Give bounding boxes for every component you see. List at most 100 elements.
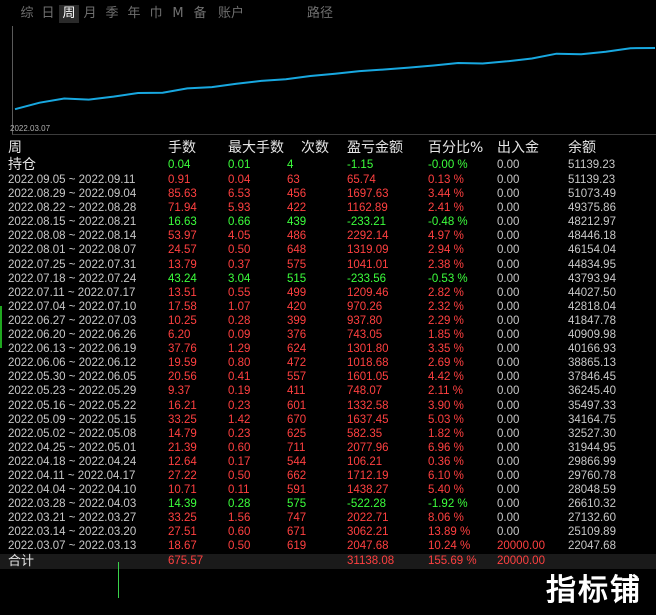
cell-period: 2022.04.25 ~ 2022.05.01 (8, 441, 137, 454)
table-row[interactable]: 2022.03.28 ~ 2022.04.03 14.39 0.28 575 -522.… (0, 497, 656, 511)
cell-period: 2022.08.22 ~ 2022.08.28 (8, 202, 137, 215)
tab-m[interactable]: M (168, 5, 188, 23)
tab-notes[interactable]: 备 (190, 5, 210, 23)
cell-max-lots: 0.55 (228, 286, 251, 299)
cell-deposit: 0.00 (497, 484, 520, 497)
table-row[interactable]: 2022.05.23 ~ 2022.05.29 9.37 0.19 411 748.07… (0, 384, 656, 398)
tab-account[interactable]: 账户 (211, 5, 251, 23)
table-row[interactable]: 2022.03.14 ~ 2022.03.20 27.51 0.60 671 3062.… (0, 525, 656, 539)
col-header-pct[interactable]: 百分比% (428, 138, 483, 158)
cell-pnl: 1637.45 (347, 413, 389, 426)
table-row[interactable]: 2022.05.16 ~ 2022.05.22 16.21 0.23 601 1332.… (0, 399, 656, 413)
tab-week[interactable]: 周 (59, 5, 79, 23)
col-header-balance[interactable]: 余额 (568, 138, 596, 158)
tab-path[interactable]: 路径 (300, 5, 340, 23)
cell-pnl: 743.05 (347, 329, 383, 342)
cell-max-lots: 1.29 (228, 343, 251, 356)
table-row[interactable]: 2022.04.25 ~ 2022.05.01 21.39 0.60 711 2077.… (0, 441, 656, 455)
cell-count: 456 (287, 188, 307, 201)
cell-lots: 13.51 (168, 286, 197, 299)
table-row[interactable]: 2022.04.18 ~ 2022.04.24 12.64 0.17 544 106.2… (0, 455, 656, 469)
table-row[interactable]: 2022.08.22 ~ 2022.08.28 71.94 5.93 422 1162.… (0, 201, 656, 215)
cell-deposit: 0.00 (497, 498, 520, 511)
table-row[interactable]: 2022.06.06 ~ 2022.06.12 19.59 0.80 472 1018.… (0, 356, 656, 370)
cell-pnl: 2077.96 (347, 441, 389, 454)
table-row[interactable]: 2022.07.11 ~ 2022.07.17 13.51 0.55 499 1209.… (0, 286, 656, 300)
holding-deposit: 0.00 (497, 159, 520, 171)
table-row[interactable]: 2022.08.01 ~ 2022.08.07 24.57 0.50 648 1319.… (0, 243, 656, 257)
cell-pct: -1.92 % (428, 498, 468, 511)
cell-deposit: 0.00 (497, 469, 520, 482)
cell-period: 2022.06.13 ~ 2022.06.19 (8, 343, 137, 356)
tab-day[interactable]: 日 (38, 5, 58, 23)
chart-x-tick-label: 2022.03.07 (10, 124, 51, 133)
holding-row[interactable]: 持仓 0.04 0.01 4 -1.15 -0.00 % 0.00 51139.… (0, 158, 656, 173)
cell-period: 2022.05.09 ~ 2022.05.15 (8, 413, 137, 426)
cell-pnl: 1041.01 (347, 258, 389, 271)
table-row[interactable]: 2022.06.27 ~ 2022.07.03 10.25 0.28 399 937.8… (0, 314, 656, 328)
table-row[interactable]: 2022.05.09 ~ 2022.05.15 33.25 1.42 670 1637.… (0, 413, 656, 427)
cell-count: 515 (287, 272, 307, 285)
cell-deposit: 0.00 (497, 512, 520, 525)
cell-pnl: 970.26 (347, 300, 383, 313)
col-header-lots[interactable]: 手数 (168, 138, 196, 158)
cell-lots: 33.25 (168, 512, 197, 525)
cell-period: 2022.04.04 ~ 2022.04.10 (8, 484, 137, 497)
cell-period: 2022.04.11 ~ 2022.04.17 (8, 469, 136, 482)
table-row[interactable]: 2022.07.18 ~ 2022.07.24 43.24 3.04 515 -233.… (0, 272, 656, 286)
cell-period: 2022.09.05 ~ 2022.09.11 (8, 174, 136, 186)
cell-deposit: 0.00 (497, 526, 520, 539)
cell-deposit: 0.00 (497, 314, 520, 327)
cell-balance: 28048.59 (568, 484, 616, 497)
table-row[interactable]: 2022.03.07 ~ 2022.03.13 18.67 0.50 619 2047.… (0, 539, 656, 553)
table-row[interactable]: 2022.08.29 ~ 2022.09.04 85.63 6.53 456 1697.… (0, 187, 656, 201)
table-row[interactable]: 2022.09.05 ~ 2022.09.11 0.91 0.04 63 65.74 0.… (0, 173, 656, 187)
holding-balance: 51139.23 (568, 159, 616, 171)
cell-pct: 13.89 % (428, 526, 471, 539)
col-header-pnl[interactable]: 盈亏金额 (347, 138, 403, 158)
cell-balance: 26610.32 (568, 498, 616, 511)
cell-deposit: 0.00 (497, 286, 520, 299)
cell-max-lots: 0.37 (228, 258, 251, 271)
table-row[interactable]: 2022.03.21 ~ 2022.03.27 33.25 1.56 747 2022.… (0, 511, 656, 525)
cell-max-lots: 0.50 (228, 244, 251, 257)
cell-pct: 4.42 % (428, 371, 464, 384)
cell-count: 625 (287, 427, 307, 440)
holding-max-lots: 0.01 (228, 159, 251, 171)
cell-balance: 32527.30 (568, 427, 616, 440)
table-row[interactable]: 2022.07.25 ~ 2022.07.31 13.79 0.37 575 1041.… (0, 258, 656, 272)
col-header-period[interactable]: 周 (8, 138, 22, 158)
table-row[interactable]: 2022.04.11 ~ 2022.04.17 27.22 0.50 662 1712.… (0, 469, 656, 483)
cell-max-lots: 5.93 (228, 202, 251, 215)
tab-kerchief[interactable]: 巾 (146, 5, 166, 23)
cell-balance: 48212.97 (568, 216, 616, 229)
weekly-rows: 2022.09.05 ~ 2022.09.11 0.91 0.04 63 65.74 0.… (0, 173, 656, 554)
cell-period: 2022.05.02 ~ 2022.05.08 (8, 427, 137, 440)
cell-period: 2022.07.04 ~ 2022.07.10 (8, 300, 137, 313)
cell-period: 2022.05.16 ~ 2022.05.22 (8, 399, 137, 412)
cell-max-lots: 0.23 (228, 399, 251, 412)
col-header-deposit[interactable]: 出入金 (497, 138, 539, 158)
equity-curve-svg (14, 47, 656, 111)
table-row[interactable]: 2022.08.08 ~ 2022.08.14 53.97 4.05 486 2292.… (0, 229, 656, 243)
table-row[interactable]: 2022.06.13 ~ 2022.06.19 37.76 1.29 624 1301.… (0, 342, 656, 356)
tab-quarter[interactable]: 季 (102, 5, 122, 23)
tab-month[interactable]: 月 (80, 5, 100, 23)
tab-year[interactable]: 年 (124, 5, 144, 23)
cell-pct: 1.82 % (428, 427, 464, 440)
cell-deposit: 0.00 (497, 413, 520, 426)
table-row[interactable]: 2022.06.20 ~ 2022.06.26 6.20 0.09 376 743.05… (0, 328, 656, 342)
table-row[interactable]: 2022.04.04 ~ 2022.04.10 10.71 0.11 591 1438.… (0, 483, 656, 497)
cell-max-lots: 6.53 (228, 188, 251, 201)
col-header-count[interactable]: 次数 (301, 138, 329, 158)
cell-period: 2022.04.18 ~ 2022.04.24 (8, 455, 137, 468)
cell-deposit: 0.00 (497, 188, 520, 201)
cell-count: 499 (287, 286, 307, 299)
table-row[interactable]: 2022.05.02 ~ 2022.05.08 14.79 0.23 625 582.3… (0, 427, 656, 441)
table-row[interactable]: 2022.07.04 ~ 2022.07.10 17.58 1.07 420 970.2… (0, 300, 656, 314)
table-row[interactable]: 2022.08.15 ~ 2022.08.21 16.63 0.66 439 -233.… (0, 215, 656, 229)
holding-lots: 0.04 (168, 159, 191, 171)
table-row[interactable]: 2022.05.30 ~ 2022.06.05 20.56 0.41 557 1601.… (0, 370, 656, 384)
col-header-max-lots[interactable]: 最大手数 (228, 138, 284, 158)
tab-composite[interactable]: 综 (17, 5, 37, 23)
